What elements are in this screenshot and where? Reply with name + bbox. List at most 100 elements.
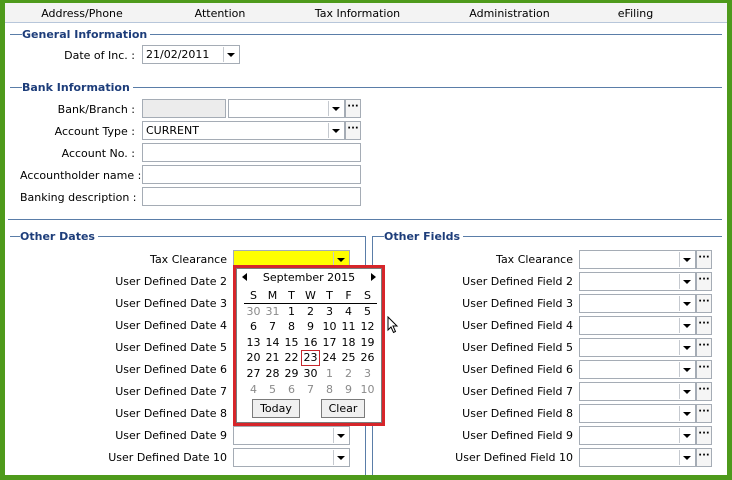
other-field-lookup-button[interactable]: ···	[696, 404, 712, 423]
calendar-day[interactable]: 7	[263, 319, 282, 335]
other-field-lookup-button[interactable]: ···	[696, 360, 712, 379]
other-field-lookup-button[interactable]: ···	[696, 316, 712, 335]
calendar-day[interactable]: 8	[320, 382, 339, 398]
calendar-day[interactable]: 9	[339, 382, 358, 398]
other-field-input[interactable]	[579, 382, 696, 401]
calendar-day[interactable]: 26	[358, 350, 377, 366]
calendar-day[interactable]: 19	[358, 335, 377, 351]
other-field-dropdown-button[interactable]	[679, 384, 694, 399]
other-field-input[interactable]	[579, 360, 696, 379]
calendar-day[interactable]: 6	[282, 382, 301, 398]
calendar-day[interactable]: 22	[282, 350, 301, 366]
tab-tax-information[interactable]: Tax Information	[310, 7, 405, 20]
calendar-day[interactable]: 28	[263, 366, 282, 382]
calendar-day[interactable]: 5	[358, 304, 377, 320]
calendar-day[interactable]: 12	[358, 319, 377, 335]
other-field-dropdown-button[interactable]	[679, 362, 694, 377]
other-date-input[interactable]	[233, 250, 350, 269]
other-field-lookup-button[interactable]: ···	[696, 338, 712, 357]
next-month-icon[interactable]	[371, 273, 376, 281]
calendar-day[interactable]: 14	[263, 335, 282, 351]
account-type-lookup-button[interactable]: ···	[345, 121, 361, 140]
other-field-label: User Defined Field 5	[462, 341, 573, 354]
other-field-dropdown-button[interactable]	[679, 252, 694, 267]
calendar-day[interactable]: 27	[244, 366, 263, 382]
date-of-inc-input[interactable]: 21/02/2011	[142, 45, 240, 64]
other-field-dropdown-button[interactable]	[679, 340, 694, 355]
other-field-input[interactable]	[579, 250, 696, 269]
calendar-day[interactable]: 25	[339, 350, 358, 366]
other-field-lookup-button[interactable]: ···	[696, 448, 712, 467]
account-type-dropdown-button[interactable]	[328, 123, 343, 138]
calendar-day[interactable]: 15	[282, 335, 301, 351]
calendar-day[interactable]: 2	[339, 366, 358, 382]
other-field-dropdown-button[interactable]	[679, 428, 694, 443]
calendar-day[interactable]: 11	[339, 319, 358, 335]
other-field-input[interactable]	[579, 272, 696, 291]
other-date-input[interactable]	[233, 448, 350, 467]
other-field-input[interactable]	[579, 426, 696, 445]
calendar-day[interactable]: 2	[301, 304, 320, 320]
other-field-lookup-button[interactable]: ···	[696, 272, 712, 291]
calendar-day[interactable]: 20	[244, 350, 263, 366]
other-field-dropdown-button[interactable]	[679, 318, 694, 333]
other-field-lookup-button[interactable]: ···	[696, 250, 712, 269]
account-type-input[interactable]: CURRENT	[142, 121, 345, 140]
account-no-input[interactable]	[142, 143, 361, 162]
other-date-dropdown-button[interactable]	[333, 428, 348, 443]
tab-efiling[interactable]: eFiling	[613, 7, 658, 20]
calendar-day[interactable]: 5	[263, 382, 282, 398]
calendar-day[interactable]: 7	[301, 382, 320, 398]
other-field-input[interactable]	[579, 448, 696, 467]
accountholder-name-input[interactable]	[142, 165, 361, 184]
calendar-day[interactable]: 9	[301, 319, 320, 335]
calendar-day[interactable]: 24	[320, 350, 339, 366]
calendar-day[interactable]: 17	[320, 335, 339, 351]
calendar-day[interactable]: 29	[282, 366, 301, 382]
today-button[interactable]: Today	[252, 399, 300, 418]
other-date-dropdown-button[interactable]	[333, 252, 348, 267]
calendar-day[interactable]: 18	[339, 335, 358, 351]
bank-code-input[interactable]	[142, 99, 226, 118]
other-field-lookup-button[interactable]: ···	[696, 426, 712, 445]
calendar-day[interactable]: 21	[263, 350, 282, 366]
calendar-day[interactable]: 4	[339, 304, 358, 320]
other-field-label: User Defined Field 10	[455, 451, 573, 464]
calendar-day[interactable]: 10	[358, 382, 377, 398]
other-field-input[interactable]	[579, 316, 696, 335]
other-field-input[interactable]	[579, 294, 696, 313]
bank-branch-input[interactable]	[228, 99, 345, 118]
other-field-input[interactable]	[579, 338, 696, 357]
calendar-day[interactable]: 16	[301, 335, 320, 351]
other-date-dropdown-button[interactable]	[333, 450, 348, 465]
calendar-day[interactable]: 30	[301, 366, 320, 382]
calendar-day[interactable]: 8	[282, 319, 301, 335]
tab-attention[interactable]: Attention	[185, 7, 255, 20]
other-field-dropdown-button[interactable]	[679, 296, 694, 311]
calendar-day[interactable]: 13	[244, 335, 263, 351]
other-field-dropdown-button[interactable]	[679, 406, 694, 421]
calendar-day[interactable]: 6	[244, 319, 263, 335]
other-field-lookup-button[interactable]: ···	[696, 294, 712, 313]
banking-description-input[interactable]	[142, 187, 361, 206]
bank-branch-lookup-button[interactable]: ···	[345, 99, 361, 118]
calendar-day[interactable]: 23	[301, 350, 320, 366]
other-field-lookup-button[interactable]: ···	[696, 382, 712, 401]
other-field-dropdown-button[interactable]	[679, 274, 694, 289]
calendar-day[interactable]: 30	[244, 304, 263, 320]
clear-button[interactable]: Clear	[321, 399, 365, 418]
date-of-inc-dropdown-button[interactable]	[223, 47, 238, 62]
tab-administration[interactable]: Administration	[467, 7, 552, 20]
calendar-day[interactable]: 10	[320, 319, 339, 335]
calendar-day[interactable]: 3	[320, 304, 339, 320]
calendar-day[interactable]: 3	[358, 366, 377, 382]
other-field-dropdown-button[interactable]	[679, 450, 694, 465]
calendar-day[interactable]: 31	[263, 304, 282, 320]
tab-address-phone[interactable]: Address/Phone	[41, 7, 123, 20]
other-date-input[interactable]	[233, 426, 350, 445]
other-field-input[interactable]	[579, 404, 696, 423]
calendar-day[interactable]: 4	[244, 382, 263, 398]
calendar-day[interactable]: 1	[320, 366, 339, 382]
calendar-day[interactable]: 1	[282, 304, 301, 320]
bank-branch-dropdown-button[interactable]	[328, 101, 343, 116]
